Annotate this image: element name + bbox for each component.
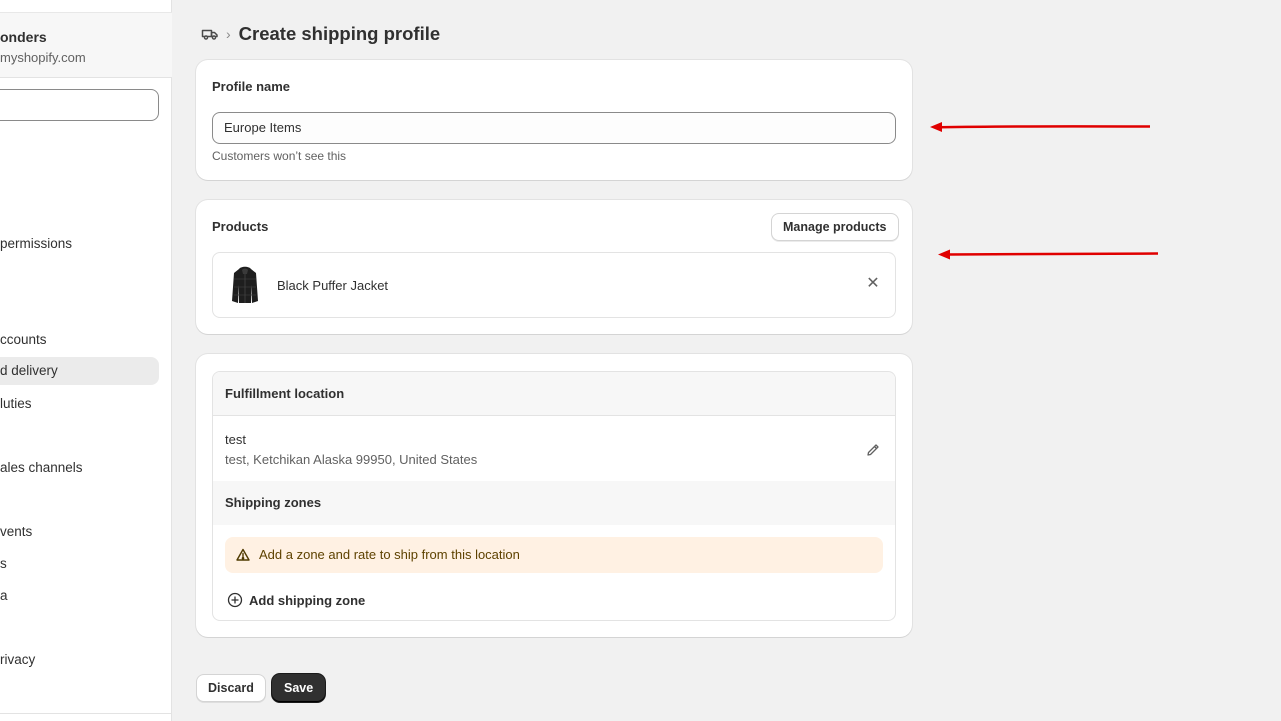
shipping-zones-heading: Shipping zones [225,495,322,510]
products-card: Products Manage products Black Puffer Ja… [196,200,912,334]
sidebar-item-taxes-duties[interactable]: luties [0,396,32,411]
manage-products-button[interactable]: Manage products [771,213,899,241]
product-list-item: Black Puffer Jacket ✕ [212,252,896,318]
sidebar-item-notifications[interactable]: s [0,556,7,571]
profile-name-label: Profile name [212,79,291,94]
edit-pencil-icon[interactable] [865,442,881,458]
chevron-right-icon: › [226,26,231,42]
profile-name-card: Profile name Europe Items Customers won’… [196,60,912,180]
warning-triangle-icon [235,547,251,563]
shipping-zones-header: Shipping zones [213,481,895,525]
store-switcher[interactable]: onders myshopify.com [0,12,172,78]
add-shipping-zone-button[interactable]: Add shipping zone [227,590,365,610]
fulfillment-location-panel: Fulfillment location test test, Ketchika… [212,371,896,621]
sidebar-item-shipping-delivery[interactable]: d delivery [0,357,159,385]
breadcrumb: › Create shipping profile [200,22,440,46]
fulfillment-location-header: Fulfillment location [213,372,895,416]
products-heading: Products [212,219,269,234]
sidebar-footer-divider [0,713,172,721]
settings-search-input[interactable] [0,89,159,121]
annotation-arrow-icon [938,249,1159,260]
location-name: test [225,432,246,447]
location-address: test, Ketchikan Alaska 99950, United Sta… [225,452,478,467]
store-domain: myshopify.com [0,50,86,65]
warning-banner: Add a zone and rate to ship from this lo… [225,537,883,573]
jacket-thumbnail [225,263,265,307]
sidebar: onders myshopify.com permissions ccounts… [0,0,172,721]
save-button[interactable]: Save [272,674,326,702]
page-title: Create shipping profile [238,23,441,44]
sidebar-item-apps-sales-channels[interactable]: ales channels [0,460,83,475]
fulfillment-card: Fulfillment location test test, Ketchika… [196,354,912,637]
store-name: onders [0,29,47,45]
discard-button[interactable]: Discard [196,674,266,702]
sidebar-item-customer-accounts[interactable]: ccounts [0,332,47,347]
close-icon[interactable]: ✕ [865,276,881,292]
sidebar-item-customer-events[interactable]: vents [0,524,32,539]
fulfillment-location-heading: Fulfillment location [225,386,345,401]
shipping-truck-icon[interactable] [200,24,220,44]
product-name: Black Puffer Jacket [277,278,389,293]
profile-name-help-text: Customers won’t see this [212,149,347,163]
plus-circle-icon [227,592,243,608]
annotation-arrow-icon [930,122,1151,132]
sidebar-item-customer-privacy[interactable]: rivacy [0,652,35,667]
sidebar-item-metafields[interactable]: a [0,588,8,603]
add-shipping-zone-label: Add shipping zone [249,592,366,608]
sidebar-item-users-permissions[interactable]: permissions [0,236,72,251]
profile-name-input[interactable]: Europe Items [212,112,896,144]
warning-text: Add a zone and rate to ship from this lo… [259,547,520,562]
